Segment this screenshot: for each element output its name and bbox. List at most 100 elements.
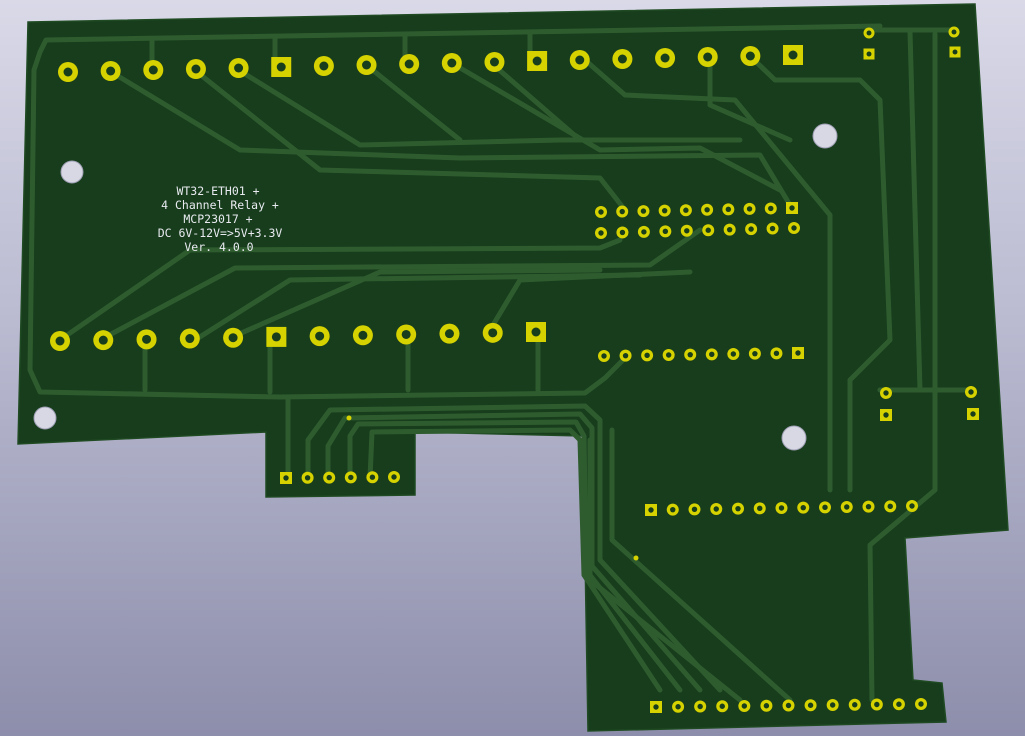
module-upper-pad-drill xyxy=(909,503,915,509)
prog-header-pad-drill xyxy=(369,474,376,480)
relay-top-pad-drill xyxy=(319,61,329,71)
mounting-hole xyxy=(60,160,84,184)
io-header-pad-drill xyxy=(773,350,780,357)
relay-top-pad-drill xyxy=(234,63,244,73)
ic-header-bottom-pad-drill xyxy=(705,227,711,233)
ic-header-bottom-pad-drill xyxy=(748,226,754,232)
mounting-hole xyxy=(33,406,57,430)
relay-top-pad-drill xyxy=(106,66,116,76)
silk-line-3: MCP23017 + xyxy=(183,212,252,226)
module-upper-pad-drill xyxy=(865,503,872,510)
ic-header-bottom-pad-drill xyxy=(598,230,604,236)
module-lower-pad-drill xyxy=(675,704,681,710)
module-upper-pad-drill xyxy=(757,505,763,512)
module-upper-pad-drill xyxy=(670,506,676,513)
ic-header-top-pad-drill xyxy=(640,208,647,214)
prog-header-pad-drill xyxy=(304,475,311,481)
relay-bottom-pad-drill xyxy=(358,330,368,340)
io-header-pad-drill xyxy=(795,350,801,356)
power-terminal-right-pad-drill xyxy=(952,49,958,55)
power-terminal-right-pad-drill xyxy=(951,29,957,35)
relay-bottom-pad-drill xyxy=(401,329,411,339)
relay-top-pad-drill xyxy=(575,55,585,65)
io-header-pad-drill xyxy=(730,351,737,357)
ic-header-top-pad-drill xyxy=(768,205,774,212)
module-upper-pad-drill xyxy=(800,504,806,511)
relay-bottom-pad-drill xyxy=(271,332,281,342)
module-upper-pad-drill xyxy=(822,504,828,511)
prog-header-pad-drill xyxy=(391,474,397,480)
relay-top-pad-drill xyxy=(404,59,414,69)
relay-top-pad-drill xyxy=(276,62,286,72)
module-upper-pad-drill xyxy=(648,507,654,513)
regulator-right-pad-drill xyxy=(968,389,974,395)
ic-header-bottom-pad-drill xyxy=(769,225,776,232)
module-upper-pad-drill xyxy=(735,505,741,512)
ic-header-bottom-pad-drill xyxy=(791,225,797,231)
module-lower-pad-drill xyxy=(697,703,703,710)
io-header-pad-drill xyxy=(752,350,758,357)
module-lower-pad-drill xyxy=(741,703,748,709)
io-header-pad-drill xyxy=(644,352,650,359)
ic-header-top-pad-drill xyxy=(789,205,795,211)
relay-top-pad-drill xyxy=(703,52,713,62)
relay-top-pad-drill xyxy=(63,67,73,77)
via xyxy=(633,555,639,561)
ic-header-bottom-pad-drill xyxy=(662,228,669,235)
ic-header-bottom-pad-drill xyxy=(619,229,626,236)
relay-bottom-pad-drill xyxy=(142,334,152,344)
module-upper-pad-drill xyxy=(844,504,850,510)
ic-header-top-pad-drill xyxy=(725,206,732,213)
relay-bottom-pad-drill xyxy=(98,335,108,345)
relay-top-pad-drill xyxy=(489,57,499,67)
module-upper-pad-drill xyxy=(778,505,785,511)
module-upper-pad-drill xyxy=(691,506,698,513)
module-lower-pad-drill xyxy=(874,701,880,708)
mounting-hole xyxy=(812,123,838,149)
relay-bottom-pad-drill xyxy=(444,329,454,339)
module-lower-pad-drill xyxy=(852,702,858,708)
ic-header-bottom-pad-drill xyxy=(684,228,690,234)
relay-top-pad-drill xyxy=(362,60,372,70)
module-lower-pad-drill xyxy=(829,702,836,708)
silk-line-2: 4 Channel Relay + xyxy=(161,198,279,212)
silk-line-4: DC 6V-12V=>5V+3.3V xyxy=(158,226,283,240)
via xyxy=(346,415,352,421)
module-lower-pad-drill xyxy=(918,701,924,707)
mounting-hole xyxy=(781,425,807,451)
io-header-pad-drill xyxy=(709,351,715,358)
prog-header-pad-drill xyxy=(348,474,354,481)
ic-header-top-pad-drill xyxy=(598,209,604,215)
ic-header-top-pad-drill xyxy=(619,208,625,215)
io-header-pad-drill xyxy=(601,353,607,359)
ic-header-bottom-pad-drill xyxy=(641,229,647,235)
ic-header-top-pad-drill xyxy=(661,207,668,214)
relay-top-pad-drill xyxy=(788,50,798,60)
module-lower-pad-drill xyxy=(807,702,814,708)
prog-header-pad-drill xyxy=(283,475,289,481)
ic-header-bottom-pad-drill xyxy=(726,226,733,233)
regulator-left-pad-drill xyxy=(883,390,889,396)
relay-bottom-pad-drill xyxy=(185,334,195,344)
silk-line-5: Ver. 4.0.0 xyxy=(184,240,253,254)
pcb-3d-viewer[interactable]: WT32-ETH01 + 4 Channel Relay + MCP23017 … xyxy=(0,0,1025,736)
relay-top-pad-drill xyxy=(617,54,627,64)
ic-header-top-pad-drill xyxy=(704,207,710,213)
module-lower-pad-drill xyxy=(653,704,659,710)
module-lower-pad-drill xyxy=(896,701,902,707)
pcb-board-render: WT32-ETH01 + 4 Channel Relay + MCP23017 … xyxy=(17,3,1009,732)
io-header-pad-drill xyxy=(687,351,693,358)
silk-line-1: WT32-ETH01 + xyxy=(176,184,259,198)
io-header-pad-drill xyxy=(622,352,629,359)
prog-header-pad-drill xyxy=(326,474,332,481)
io-header-pad-drill xyxy=(665,352,672,358)
relay-bottom-pad-drill xyxy=(55,336,65,346)
regulator-right-pad-drill xyxy=(970,411,976,417)
relay-top-pad-drill xyxy=(447,58,457,68)
power-terminal-left-pad-drill xyxy=(866,51,872,57)
regulator-left-pad-drill xyxy=(883,412,889,418)
module-upper-pad-drill xyxy=(887,503,893,510)
relay-top-pad-drill xyxy=(532,56,542,66)
module-upper-pad-drill xyxy=(713,506,719,512)
module-lower-pad-drill xyxy=(719,703,725,709)
